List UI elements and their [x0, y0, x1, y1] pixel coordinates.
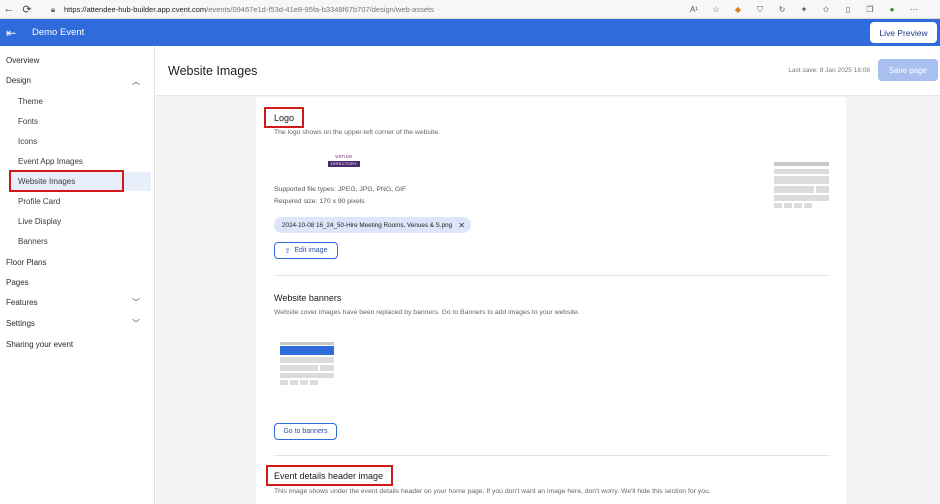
app-header: ⇤ Demo Event Live Preview [0, 19, 940, 46]
section-divider [274, 275, 830, 276]
live-preview-button[interactable]: Live Preview [870, 22, 937, 43]
supported-file-types: Supported file types: JPEG, JPG, PNG, GI… [274, 186, 407, 193]
url-path: /events/09467e1d-f53d-41e8-95fa-b3348f67… [206, 5, 434, 14]
back-icon[interactable]: ← [0, 0, 18, 18]
remove-file-icon[interactable]: ✕ [458, 221, 465, 230]
url-host: https://attendee-hub-builder.app.cvent.c… [64, 5, 207, 14]
logo-text-top: venue [335, 154, 353, 160]
page-header: Website Images Last save: 8 Jan 2025 16:… [156, 46, 940, 96]
main-content: Website Images Last save: 8 Jan 2025 16:… [156, 46, 940, 504]
images-panel: Logo The logo shows on the upper-left co… [256, 97, 846, 504]
required-size: Required size: 170 x 90 pixels [274, 198, 365, 205]
event-header-title: Event details header image [274, 471, 384, 481]
favorite-star-icon[interactable]: ☆ [710, 5, 722, 14]
puzzle-icon[interactable]: ✦ [798, 5, 810, 14]
sidebar-item-settings[interactable]: Settings [6, 319, 35, 328]
sidebar-item-icons[interactable]: Icons [18, 137, 37, 146]
sidebar-item-features[interactable]: Features [6, 298, 38, 307]
refresh-extension-icon[interactable]: ↻ [776, 5, 788, 14]
sidebar-item-floor-plans[interactable]: Floor Plans [6, 258, 46, 267]
uploaded-file-chip: 2024-10-08 16_24_50-Hire Meeting Rooms, … [274, 217, 471, 233]
sidebar-item-live-display[interactable]: Live Display [18, 217, 61, 226]
sidebar-item-fonts[interactable]: Fonts [18, 117, 38, 126]
page-title: Website Images [168, 64, 258, 78]
lock-icon: 🔒︎ [50, 4, 56, 14]
sidebar-item-profile-card[interactable]: Profile Card [18, 197, 60, 206]
save-page-button[interactable]: Save page [878, 59, 938, 81]
extension-icon[interactable]: ◆ [732, 5, 744, 14]
shield-icon[interactable]: ⛉ [754, 5, 766, 15]
profile-icon[interactable]: ● [886, 5, 898, 14]
logo-placement-thumbnail [774, 162, 829, 208]
logo-text-bottom: DIRECTORY [328, 161, 360, 167]
section-divider [274, 455, 830, 456]
split-screen-icon[interactable]: ▯ [842, 5, 854, 14]
event-name: Demo Event [32, 27, 85, 38]
banners-description: Website cover images have been replaced … [274, 309, 580, 316]
refresh-icon[interactable]: ⟳ [18, 0, 36, 18]
more-menu-icon[interactable]: ⋯ [908, 5, 920, 14]
edit-image-button[interactable]: ⇪ Edit image [274, 242, 338, 259]
banner-placement-thumbnail [280, 342, 334, 386]
sidebar-item-website-images[interactable]: Website Images [18, 177, 75, 186]
sidebar-item-overview[interactable]: Overview [6, 56, 39, 65]
logo-description: The logo shows on the upper-left corner … [274, 129, 440, 136]
chevron-down-icon[interactable]: ﹀ [132, 318, 140, 329]
sidebar-item-banners[interactable]: Banners [18, 237, 48, 246]
read-aloud-icon[interactable]: A¹ [688, 5, 700, 14]
sidebar-item-event-app-images[interactable]: Event App Images [18, 157, 83, 166]
chevron-up-icon[interactable]: ︿ [132, 76, 140, 87]
chevron-down-icon[interactable]: ﹀ [132, 297, 140, 308]
logo-title: Logo [274, 113, 295, 123]
go-to-banners-button[interactable]: Go to banners [274, 423, 337, 440]
browser-toolbar: ← ⟳ 🔒︎ https://attendee-hub-builder.app.… [0, 0, 940, 19]
sidebar-item-design[interactable]: Design [6, 76, 31, 85]
favorites-icon[interactable]: ✩ [820, 5, 832, 14]
address-bar[interactable]: 🔒︎ https://attendee-hub-builder.app.cven… [48, 2, 748, 17]
edit-image-label: Edit image [294, 247, 328, 254]
collections-icon[interactable]: ❐ [864, 5, 876, 14]
banners-title: Website banners [274, 293, 342, 303]
last-save-text: Last save: 8 Jan 2025 16:08 [788, 67, 870, 74]
logo-preview: venue DIRECTORY [328, 154, 360, 168]
sidebar-item-pages[interactable]: Pages [6, 278, 29, 287]
sidebar: Overview Design ︿ Theme Fonts Icons Even… [0, 46, 155, 504]
sidebar-item-sharing[interactable]: Sharing your event [6, 340, 73, 349]
sidebar-item-theme[interactable]: Theme [18, 97, 43, 106]
event-header-description: This image shows under the event details… [274, 488, 711, 495]
exit-icon[interactable]: ⇤ [0, 19, 22, 46]
upload-icon: ⇪ [284, 247, 291, 255]
file-name: 2024-10-08 16_24_50-Hire Meeting Rooms, … [282, 221, 453, 229]
